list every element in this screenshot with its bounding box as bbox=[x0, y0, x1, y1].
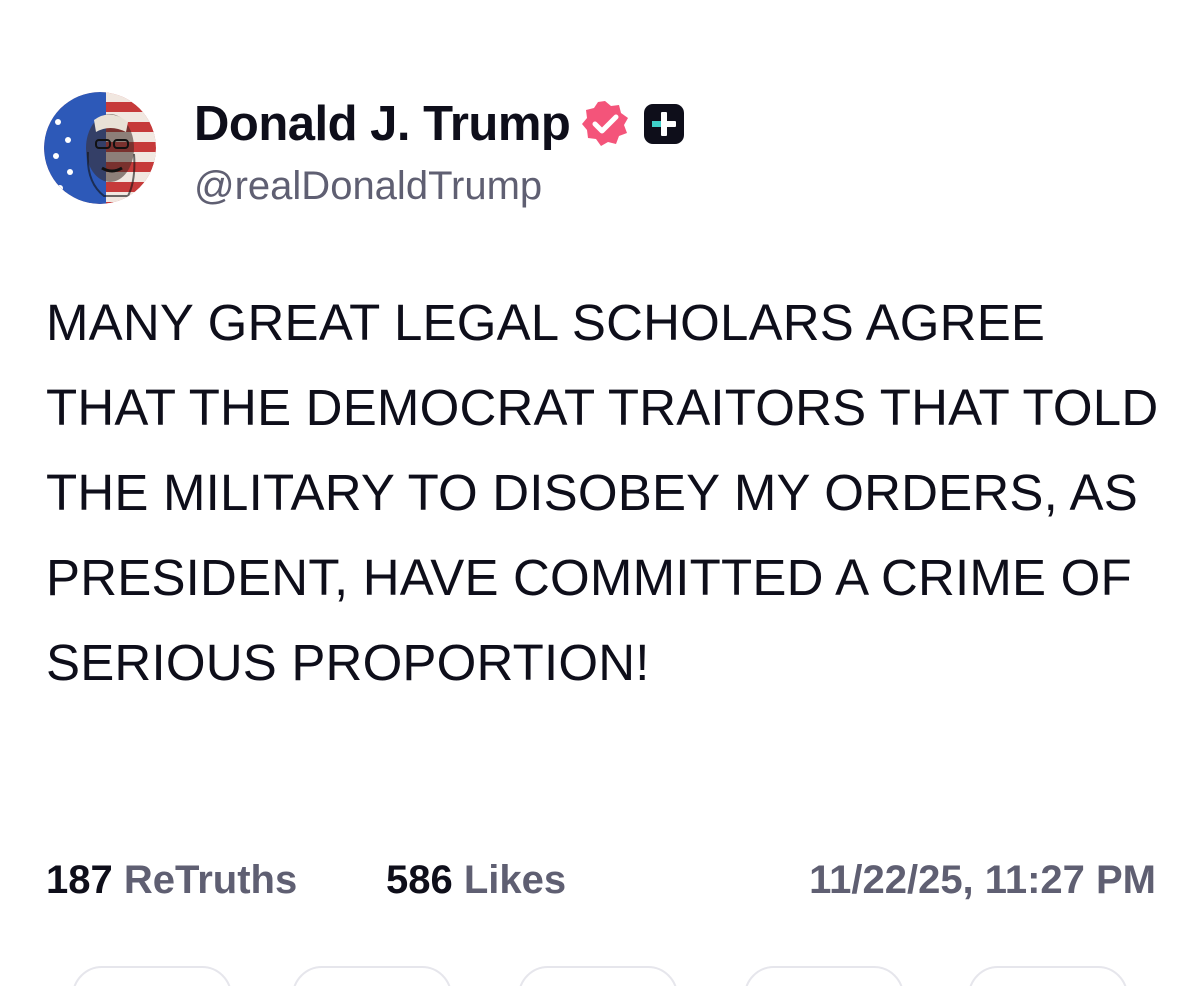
retruths-stat[interactable]: 187 ReTruths bbox=[46, 858, 297, 903]
name-row: Donald J. Trump bbox=[194, 92, 686, 156]
retruths-count: 187 bbox=[46, 858, 113, 902]
likes-count: 586 bbox=[386, 858, 453, 902]
avatar[interactable] bbox=[44, 92, 156, 204]
likes-label: Likes bbox=[463, 858, 567, 902]
post-stats: 187 ReTruths 586 Likes 11/22/25, 11:27 P… bbox=[46, 858, 1156, 914]
retruths-label: ReTruths bbox=[123, 858, 298, 902]
user-handle[interactable]: @realDonaldTrump bbox=[194, 164, 542, 209]
retruth-button[interactable] bbox=[292, 966, 452, 986]
display-name[interactable]: Donald J. Trump bbox=[194, 96, 571, 152]
truth-post: Donald J. Trump @realDonaldTrump MANY GR… bbox=[0, 0, 1200, 986]
avatar-flag-portrait-icon bbox=[44, 92, 156, 204]
action-bar bbox=[0, 966, 1200, 986]
more-button[interactable] bbox=[968, 966, 1128, 986]
post-text: MANY GREAT LEGAL SCHOLARS AGREE THAT THE… bbox=[46, 294, 1159, 691]
plus-badge-icon bbox=[642, 102, 686, 146]
post-timestamp: 11/22/25, 11:27 PM bbox=[809, 858, 1156, 902]
verified-badge-icon bbox=[580, 99, 630, 149]
likes-stat[interactable]: 586 Likes bbox=[386, 858, 566, 903]
share-button[interactable] bbox=[744, 966, 904, 986]
reply-button[interactable] bbox=[72, 966, 232, 986]
like-button[interactable] bbox=[518, 966, 678, 986]
